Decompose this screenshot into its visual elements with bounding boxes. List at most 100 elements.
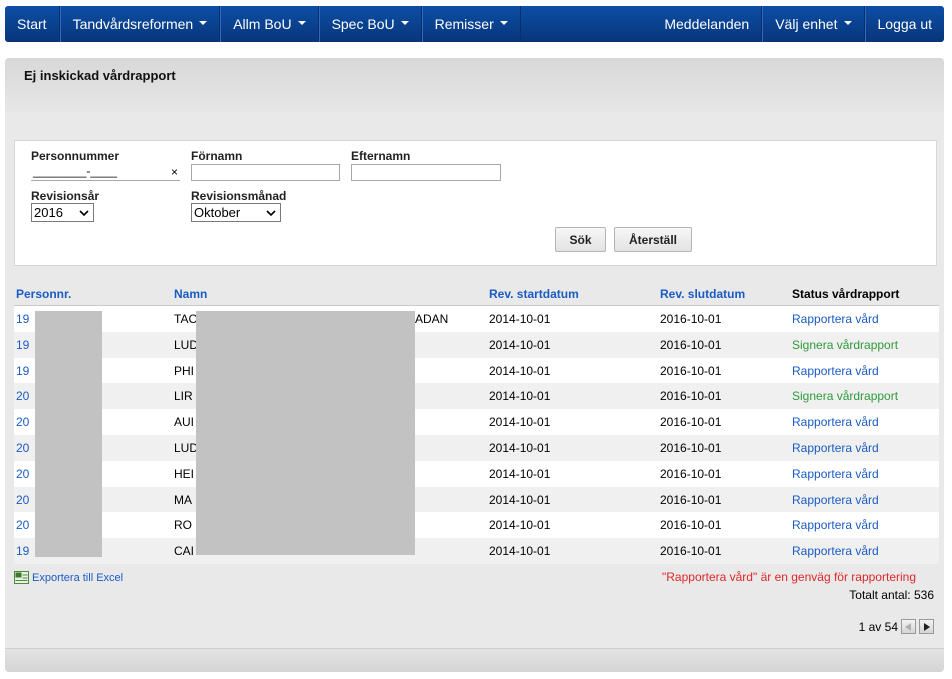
- cell-namn-suffix: ADAN: [415, 312, 449, 326]
- revisionsmanad-value: Oktober: [194, 205, 241, 220]
- revisionsmanad-select[interactable]: Oktober: [191, 203, 281, 222]
- cell-personnr-prefix[interactable]: 19: [16, 538, 29, 564]
- cell-rev-slutdatum: 2016-10-01: [660, 441, 722, 455]
- cell-personnr-prefix[interactable]: 20: [16, 409, 29, 435]
- cell-personnr-prefix[interactable]: 20: [16, 487, 29, 513]
- caret-down-icon: [199, 21, 208, 25]
- nav-item-remisser[interactable]: Remisser: [421, 6, 521, 42]
- cell-namn-prefix: LIR: [174, 389, 193, 404]
- cell-rev-startdatum: 2014-10-01: [489, 415, 551, 430]
- table-row: 200LIR2014-10-012016-10-01Signera vårdra…: [14, 383, 939, 410]
- sign-report-link[interactable]: Signera vårdrapport: [792, 383, 898, 409]
- nav-item-allm-bou[interactable]: Allm BoU: [220, 6, 319, 42]
- table-row: 206MA2014-10-012016-10-01Rapportera vård: [14, 486, 939, 513]
- cell-personnr-prefix[interactable]: 19: [16, 332, 29, 358]
- efternamn-input[interactable]: [351, 164, 501, 181]
- caret-down-icon: [843, 21, 852, 25]
- table-row: 193TACADAN2014-10-012016-10-01Rapportera…: [14, 306, 939, 332]
- clear-icon[interactable]: ×: [171, 165, 178, 179]
- arrow-left-icon: [905, 622, 911, 631]
- total-count: Totalt antal: 536: [849, 588, 934, 602]
- shortcut-hint: "Rapportera vård" är en genväg för rappo…: [662, 570, 916, 584]
- nav-left-group: Start Tandvårdsreformen Allm BoU Spec BoU Re…: [5, 6, 521, 42]
- report-care-link[interactable]: Rapportera vård: [792, 409, 879, 435]
- cell-rev-slutdatum: 2016-10-01: [660, 389, 722, 404]
- export-excel-link[interactable]: Exportera till Excel: [14, 571, 123, 584]
- report-care-link[interactable]: Rapportera vård: [792, 461, 879, 487]
- column-header-namn[interactable]: Namn: [174, 283, 207, 305]
- nav-item-start[interactable]: Start: [5, 6, 60, 42]
- redaction-personnr: [35, 311, 102, 557]
- prev-page-button[interactable]: [901, 619, 916, 634]
- cell-namn-prefix: LUD: [174, 337, 199, 352]
- nav-item-tandvårdsreformen[interactable]: Tandvårdsreformen: [59, 6, 221, 42]
- revisionsmanad-label: Revisionsmånad: [191, 189, 287, 203]
- pagination: 1 av 54: [859, 619, 934, 634]
- cell-namn-prefix: RO: [174, 518, 192, 533]
- arrow-right-icon: [924, 622, 930, 631]
- personnummer-mask: ________-____: [33, 164, 118, 178]
- table-row: 206AUI2014-10-012016-10-01Rapportera vår…: [14, 409, 939, 436]
- caret-down-icon: [499, 21, 508, 25]
- cell-rev-slutdatum: 2016-10-01: [660, 544, 722, 559]
- cell-namn-prefix: MA: [174, 492, 192, 507]
- cell-personnr-prefix[interactable]: 20: [16, 512, 29, 538]
- nav-item-spec-bou[interactable]: Spec BoU: [318, 6, 422, 42]
- revisionsar-value: 2016: [34, 205, 63, 220]
- chevron-down-icon: [79, 209, 89, 216]
- page-title: Ej inskickad vårdrapport: [24, 68, 176, 83]
- table-row: 201RO2014-10-012016-10-01Rapportera vård: [14, 512, 939, 539]
- nav-item-label: Välj enhet: [775, 16, 838, 32]
- cell-rev-slutdatum: 2016-10-01: [660, 363, 722, 378]
- personnummer-input[interactable]: ________-____ ×: [31, 164, 180, 181]
- report-care-link[interactable]: Rapportera vård: [792, 306, 879, 332]
- column-header-rev-startdatum[interactable]: Rev. startdatum: [489, 283, 579, 305]
- caret-down-icon: [297, 21, 306, 25]
- cell-namn-prefix: CAI: [174, 544, 195, 559]
- nav-item-label: Meddelanden: [664, 16, 750, 32]
- cell-rev-startdatum: 2014-10-01: [489, 466, 551, 481]
- column-header-rev-slutdatum[interactable]: Rev. slutdatum: [660, 283, 745, 305]
- nav-item-välj-enhet[interactable]: Välj enhet: [762, 6, 865, 42]
- excel-icon: [14, 571, 29, 584]
- redaction-namn: [196, 311, 415, 555]
- cell-rev-slutdatum: 2016-10-01: [660, 415, 722, 430]
- nav-item-label: Logga ut: [877, 16, 933, 32]
- search-button[interactable]: Sök: [555, 227, 606, 252]
- cell-rev-slutdatum: 2016-10-01: [660, 518, 722, 533]
- cell-namn-prefix: PHI: [174, 363, 195, 378]
- fornamn-input[interactable]: [191, 164, 340, 181]
- table-row: 202LUD2014-10-012016-10-01Rapportera vår…: [14, 435, 939, 461]
- footer-bar: [5, 648, 944, 672]
- next-page-button[interactable]: [919, 619, 934, 634]
- page-header: Ej inskickad vårdrapport: [5, 58, 944, 112]
- top-navbar: Start Tandvårdsreformen Allm BoU Spec BoU Re…: [5, 6, 944, 42]
- cell-personnr-prefix[interactable]: 19: [16, 358, 29, 384]
- personnummer-label: Personnummer: [31, 149, 120, 163]
- search-form: Personnummer ________-____ × Förnamn Eft…: [14, 140, 937, 266]
- chevron-down-icon: [266, 209, 276, 216]
- column-header-status: Status vårdrapport: [792, 287, 900, 301]
- cell-personnr-prefix[interactable]: 20: [16, 461, 29, 487]
- nav-item-logga-ut[interactable]: Logga ut: [864, 6, 945, 42]
- cell-rev-startdatum: 2014-10-01: [489, 492, 551, 507]
- sign-report-link[interactable]: Signera vårdrapport: [792, 332, 898, 358]
- cell-namn-prefix: HEI: [174, 466, 195, 481]
- reset-button[interactable]: Återställ: [614, 227, 692, 252]
- revisionsar-select[interactable]: 2016: [31, 203, 94, 222]
- report-care-link[interactable]: Rapportera vård: [792, 487, 879, 513]
- cell-personnr-prefix[interactable]: 20: [16, 435, 29, 461]
- cell-rev-slutdatum: 2016-10-01: [660, 337, 722, 352]
- report-care-link[interactable]: Rapportera vård: [792, 358, 879, 384]
- report-care-link[interactable]: Rapportera vård: [792, 512, 879, 538]
- cell-personnr-prefix[interactable]: 20: [16, 383, 29, 409]
- column-header-personnr[interactable]: Personnr.: [16, 283, 71, 305]
- nav-item-label: Allm BoU: [233, 16, 292, 32]
- report-care-link[interactable]: Rapportera vård: [792, 538, 879, 564]
- export-excel-label[interactable]: Exportera till Excel: [32, 572, 123, 584]
- nav-item-meddelanden[interactable]: Meddelanden: [652, 6, 763, 42]
- cell-personnr-prefix[interactable]: 19: [16, 306, 29, 332]
- report-care-link[interactable]: Rapportera vård: [792, 435, 879, 461]
- efternamn-label: Efternamn: [351, 149, 411, 163]
- cell-rev-slutdatum: 2016-10-01: [660, 492, 722, 507]
